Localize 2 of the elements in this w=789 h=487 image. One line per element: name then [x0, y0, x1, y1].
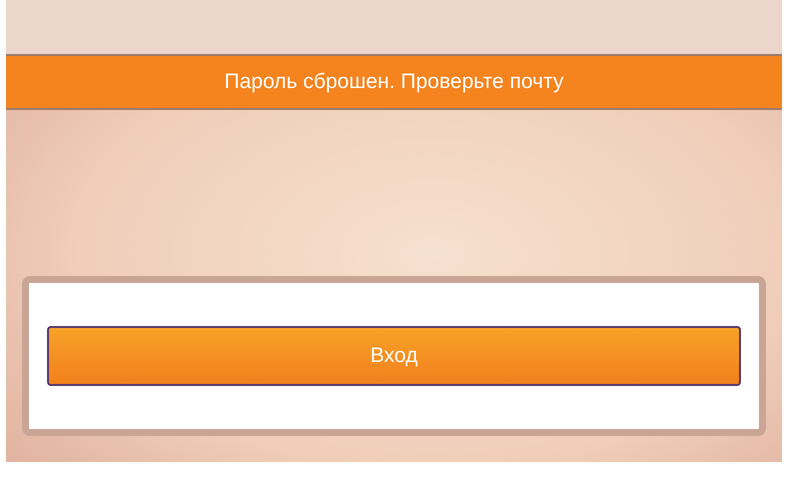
login-button[interactable]: Вход — [47, 326, 741, 386]
banner-message: Пароль сброшен. Проверьте почту — [224, 69, 564, 96]
